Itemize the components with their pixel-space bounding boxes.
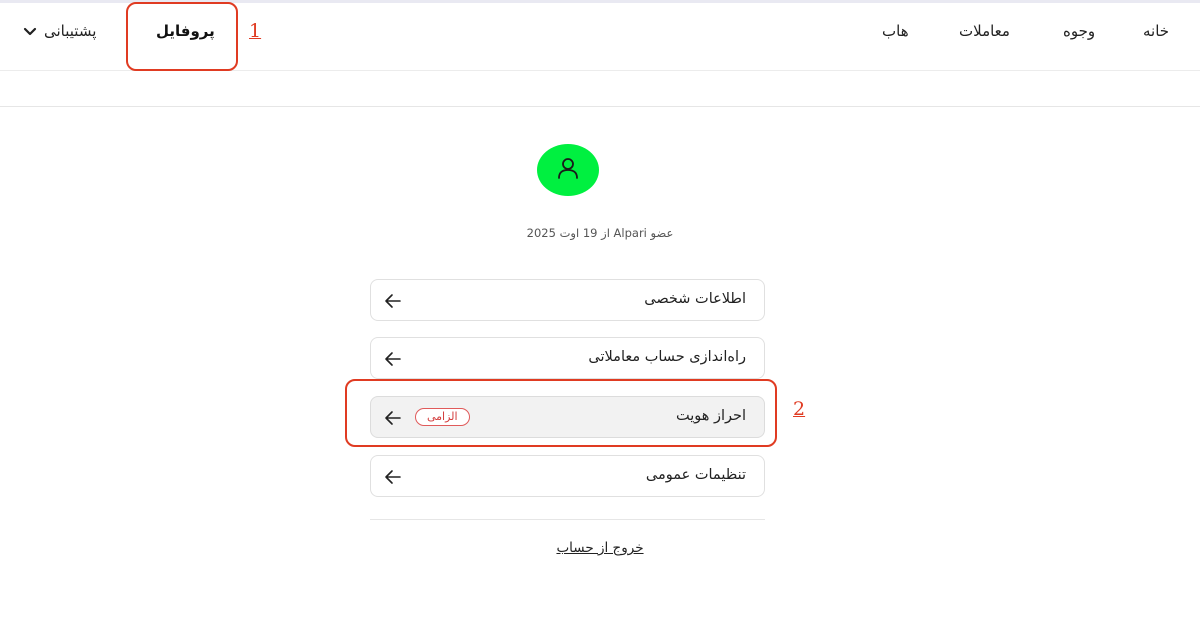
menu-item-trading-account-setup[interactable]: راه‌اندازی حساب معاملاتی — [370, 337, 765, 379]
menu-item-general-settings[interactable]: تنظیمات عمومی — [370, 455, 765, 497]
menu-divider — [370, 519, 765, 520]
menu-item-personal-info[interactable]: اطلاعات شخصی — [370, 279, 765, 321]
annotation-number-1: 1 — [249, 20, 262, 42]
menu-item-label: اطلاعات شخصی — [644, 291, 746, 307]
menu-item-label: راه‌اندازی حساب معاملاتی — [588, 349, 746, 365]
annotation-number-2: 2 — [793, 398, 806, 420]
subbar-divider — [0, 106, 1200, 107]
nav-hub[interactable]: هاب — [882, 22, 909, 40]
support-dropdown[interactable]: پشتیبانی — [22, 22, 96, 40]
user-icon — [555, 155, 581, 185]
avatar — [537, 144, 599, 196]
member-since: عضو Alpari از 19 اوت 2025 — [526, 226, 674, 240]
highlight-box-identity — [345, 379, 777, 447]
support-label: پشتیبانی — [44, 22, 97, 40]
menu-item-label: تنظیمات عمومی — [645, 467, 746, 483]
arrow-left-icon — [383, 467, 403, 491]
nav-funds[interactable]: وجوه — [1063, 22, 1095, 40]
chevron-down-icon — [22, 23, 38, 39]
highlight-box-profile — [126, 2, 238, 71]
arrow-left-icon — [383, 349, 403, 373]
member-since-text: عضو Alpari از 19 اوت 2025 — [0, 226, 1200, 240]
logout-row: خروج از حساب — [0, 540, 1200, 556]
nav-trades[interactable]: معاملات — [959, 22, 1010, 40]
nav-home[interactable]: خانه — [1143, 22, 1169, 40]
arrow-left-icon — [383, 291, 403, 315]
logout-link[interactable]: خروج از حساب — [556, 540, 643, 556]
